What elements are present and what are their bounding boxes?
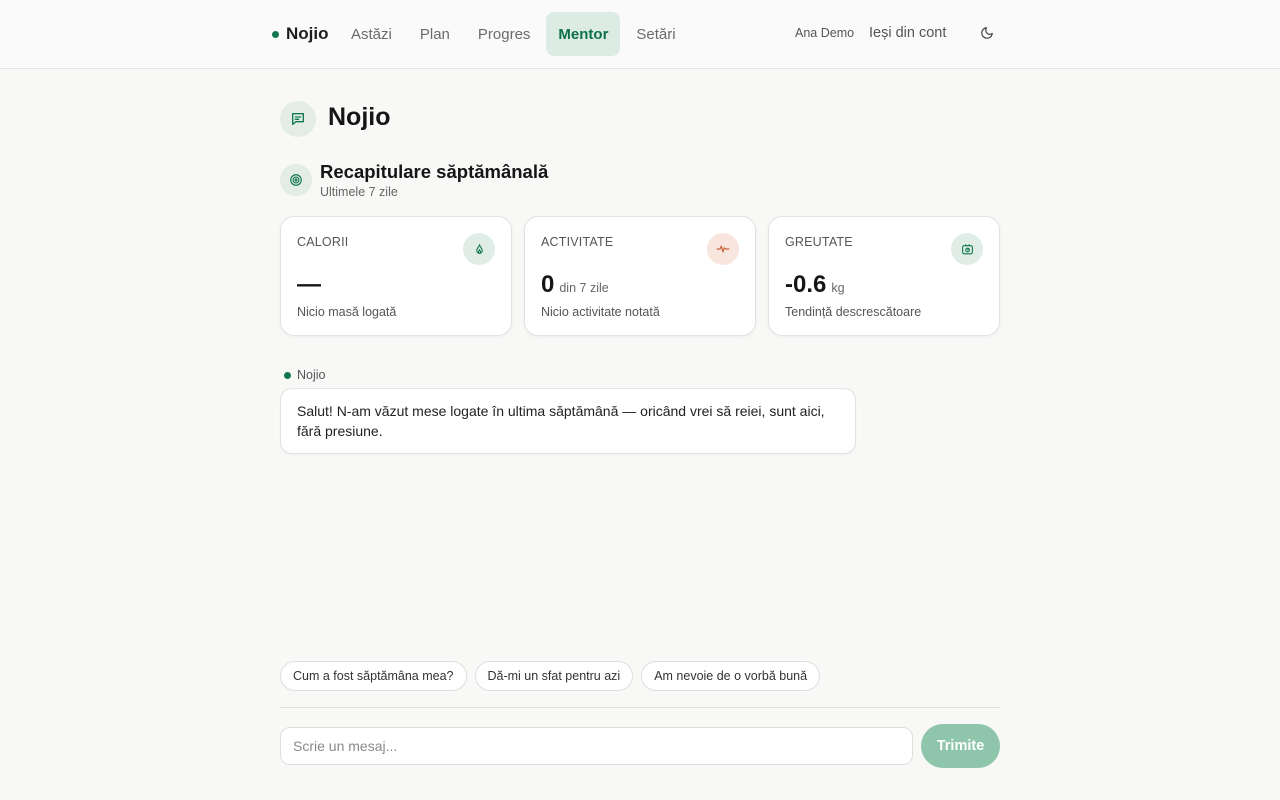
user-name: Ana Demo [795,26,855,40]
top-navigation-bar: Nojio Astăzi Plan Progres Mentor Setări … [0,0,1280,69]
send-button[interactable]: Trimite [921,724,1000,768]
chat-icon [292,113,304,125]
card-value-row: 0 din 7 zile [541,271,609,299]
sender-dot-icon [284,371,291,379]
flame-icon [475,243,483,254]
logout-link[interactable]: Ieși din cont [869,25,946,41]
page-title: Nojio [328,103,391,131]
theme-toggle-button[interactable] [976,22,998,44]
suggestion-chip[interactable]: Am nevoie de o vorbă bună [641,661,821,691]
pulse-icon [716,245,730,253]
main-nav: Astăzi Plan Progres Mentor Setări [339,12,692,56]
card-description: Nicio activitate notată [541,305,660,319]
weight-card: GREUTATE -0.6 kg Tendință descrescătoare [768,216,1000,336]
nav-item-plan[interactable]: Plan [408,12,462,56]
page-avatar [280,101,316,137]
suggestion-chips: Cum a fost săptămâna mea? Dă-mi un sfat … [280,661,821,691]
card-value-row: -0.6 kg [785,271,845,299]
nav-item-setari[interactable]: Setări [624,12,687,56]
scale-icon [961,243,973,254]
card-icon-badge [463,233,495,265]
recap-title: Recapitulare săptămânală [320,161,549,182]
message-sender: Nojio [284,368,326,382]
card-unit: kg [831,281,845,295]
moon-icon [981,27,993,39]
card-value: — [297,271,321,298]
suggestion-chip[interactable]: Dă-mi un sfat pentru azi [474,661,634,691]
nav-item-progres[interactable]: Progres [466,12,543,56]
composer-divider [280,707,1000,708]
recap-avatar [280,164,312,196]
card-icon-badge [951,233,983,265]
activity-card: ACTIVITATE 0 din 7 zile Nicio activitate… [524,216,756,336]
card-label: CALORII [297,235,349,249]
nav-item-astazi[interactable]: Astăzi [339,12,404,56]
card-unit: din 7 zile [559,281,609,295]
card-label: GREUTATE [785,235,853,249]
brand-logo[interactable]: Nojio [272,22,329,46]
card-description: Tendință descrescătoare [785,305,922,319]
message-input[interactable] [280,727,913,765]
suggestion-chip[interactable]: Cum a fost săptămâna mea? [280,661,467,691]
nav-item-mentor[interactable]: Mentor [546,12,621,56]
card-label: ACTIVITATE [541,235,614,249]
sender-name: Nojio [297,368,326,382]
card-value-row: — [297,271,321,299]
recap-subtitle: Ultimele 7 zile [320,185,398,199]
target-icon [290,174,302,186]
assistant-message-bubble: Salut! N-am văzut mese logate în ultima … [280,388,856,454]
card-value: -0.6 [785,271,827,298]
card-value: 0 [541,271,555,298]
brand-dot-icon [272,30,279,38]
card-icon-badge [707,233,739,265]
card-description: Nicio masă logată [297,305,397,319]
brand-name: Nojio [286,24,329,43]
calories-card: CALORII — Nicio masă logată [280,216,512,336]
